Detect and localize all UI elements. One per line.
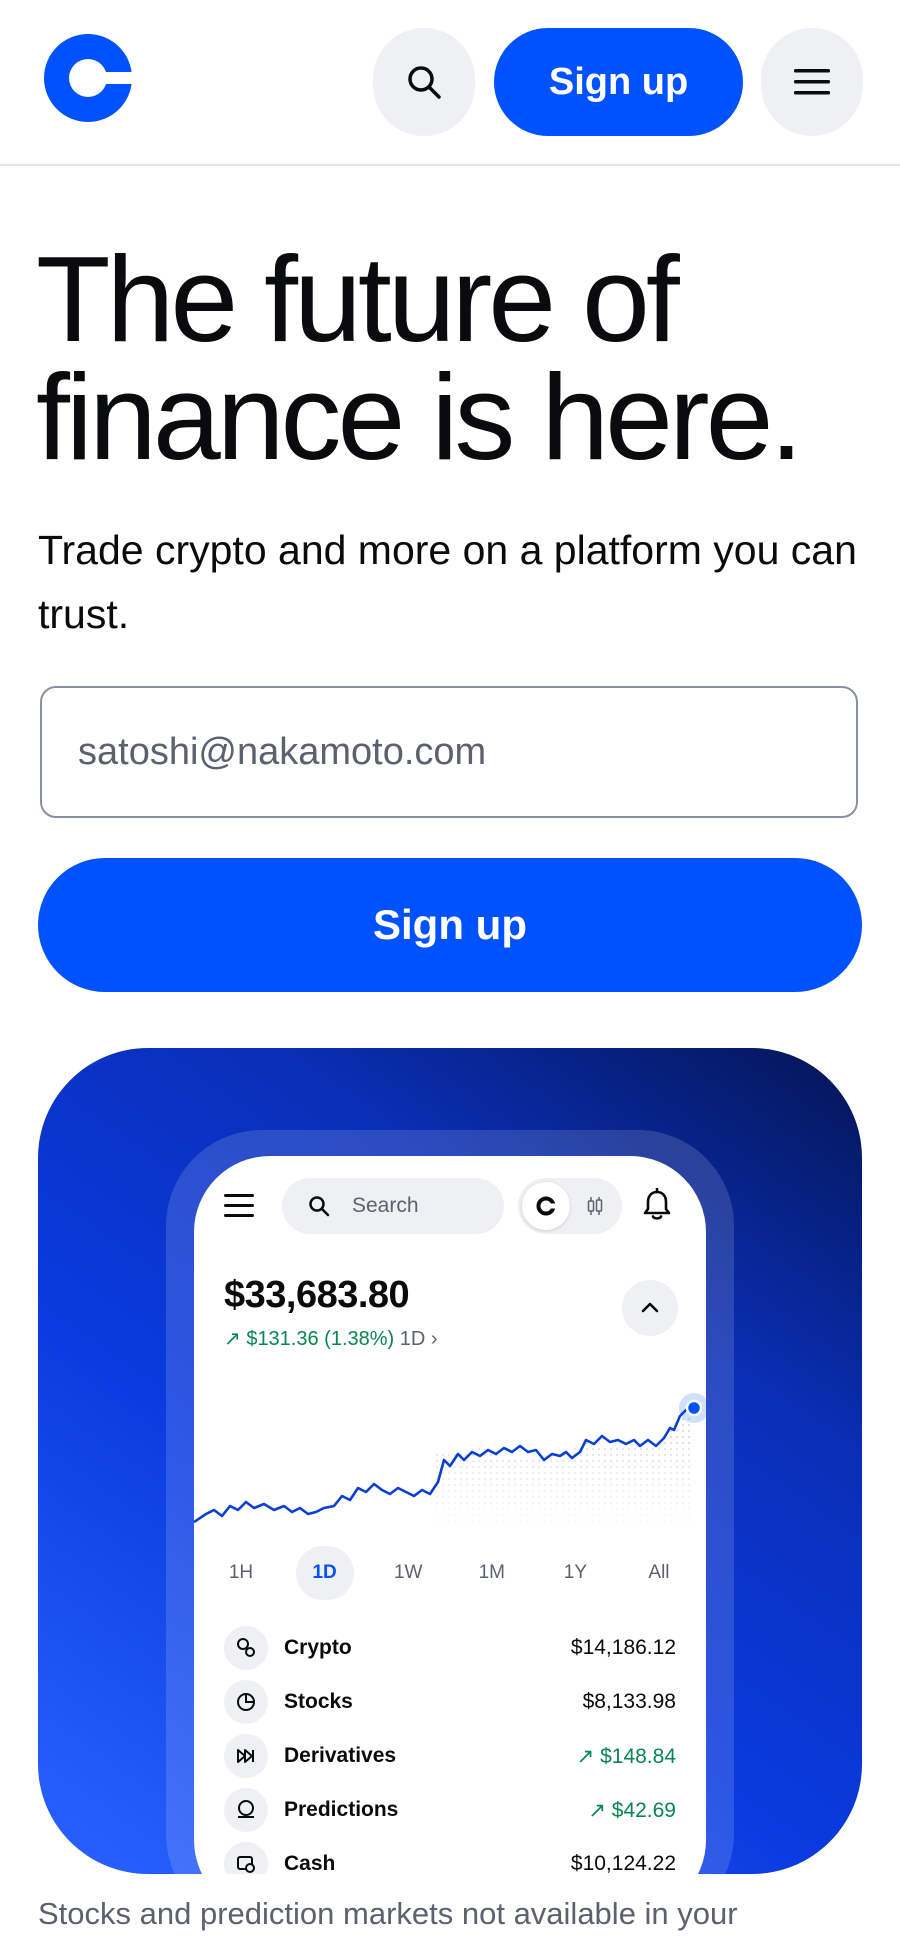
coinbase-mini-icon	[536, 1196, 557, 1216]
cash-icon	[224, 1842, 268, 1874]
app-search-placeholder: Search	[352, 1194, 419, 1217]
collapse-button	[622, 1280, 678, 1336]
change-period: 1D	[399, 1328, 426, 1350]
search-icon	[408, 66, 441, 99]
asset-row-crypto: Crypto $14,186.12	[224, 1626, 676, 1670]
chevron-up-icon	[641, 1302, 659, 1313]
hero-subtitle: Trade crypto and more on a platform you …	[38, 527, 857, 637]
asset-row-label: Stocks	[284, 1690, 353, 1713]
asset-row-value: $14,186.12	[570, 1636, 676, 1659]
pie-chart-icon	[224, 1680, 268, 1724]
range-all: All	[648, 1562, 670, 1583]
app-view-toggle	[518, 1178, 622, 1234]
notification-bell-icon	[643, 1188, 671, 1220]
chevron-right-icon: ›	[430, 1328, 438, 1350]
app-preview-card: Search $33,683.80 ↗ $131.36 (1.38%) 1D ›…	[38, 1048, 862, 1874]
fast-forward-icon	[224, 1734, 268, 1778]
asset-row-derivatives: Derivatives ↗ $148.84	[224, 1734, 676, 1778]
asset-row-stocks: Stocks $8,133.98	[224, 1680, 676, 1724]
hero-title-line-2: finance is here.	[36, 349, 803, 485]
crystal-ball-icon	[224, 1788, 268, 1832]
search-icon	[309, 1196, 330, 1217]
email-input[interactable]	[40, 686, 858, 818]
header-signup-button[interactable]: Sign up	[494, 28, 743, 136]
hero-title: The future of finance is here.	[36, 238, 876, 478]
change-value: ↗ $131.36 (1.38%)	[224, 1328, 395, 1350]
site-header: Sign up	[0, 0, 900, 166]
portfolio-sparkline	[194, 1393, 706, 1536]
asset-row-value: $8,133.98	[582, 1690, 676, 1713]
asset-row-value: ↗ $42.69	[588, 1799, 676, 1822]
portfolio-balance: $33,683.80	[224, 1274, 410, 1316]
asset-row-label: Derivatives	[284, 1744, 397, 1767]
coinbase-logo[interactable]	[44, 34, 132, 122]
asset-row-value: $10,124.22	[570, 1852, 676, 1874]
asset-row-label: Crypto	[284, 1636, 352, 1659]
range-1h: 1H	[228, 1562, 254, 1583]
asset-row-value: ↗ $148.84	[576, 1745, 676, 1768]
candlestick-icon	[587, 1197, 603, 1215]
hero-signup-button[interactable]: Sign up	[38, 858, 862, 992]
crypto-icon	[224, 1626, 268, 1670]
asset-row-label: Predictions	[284, 1798, 399, 1821]
toggle-knob	[522, 1182, 570, 1230]
range-1m: 1M	[478, 1562, 505, 1583]
sparkline-endpoint	[685, 1399, 703, 1417]
availability-disclaimer: Stocks and prediction markets not availa…	[38, 1896, 738, 1931]
asset-row-cash: Cash $10,124.22	[224, 1842, 676, 1874]
time-range-selector: 1H 1D 1W 1M 1Y All	[212, 1546, 688, 1600]
hamburger-menu-icon	[794, 69, 830, 95]
search-button[interactable]	[373, 28, 475, 136]
app-menu-icon	[224, 1194, 254, 1218]
range-1w: 1W	[393, 1562, 423, 1583]
phone-screen: Search $33,683.80 ↗ $131.36 (1.38%) 1D ›…	[194, 1156, 706, 1874]
asset-row-predictions: Predictions ↗ $42.69	[224, 1788, 676, 1832]
hero-title-line-1: The future of	[36, 231, 680, 367]
app-search-bar: Search	[282, 1178, 504, 1234]
range-1y: 1Y	[563, 1562, 587, 1583]
range-1d: 1D	[295, 1546, 354, 1600]
asset-row-label: Cash	[284, 1852, 336, 1874]
menu-button[interactable]	[761, 28, 863, 136]
portfolio-change: ↗ $131.36 (1.38%) 1D ›	[224, 1326, 438, 1351]
